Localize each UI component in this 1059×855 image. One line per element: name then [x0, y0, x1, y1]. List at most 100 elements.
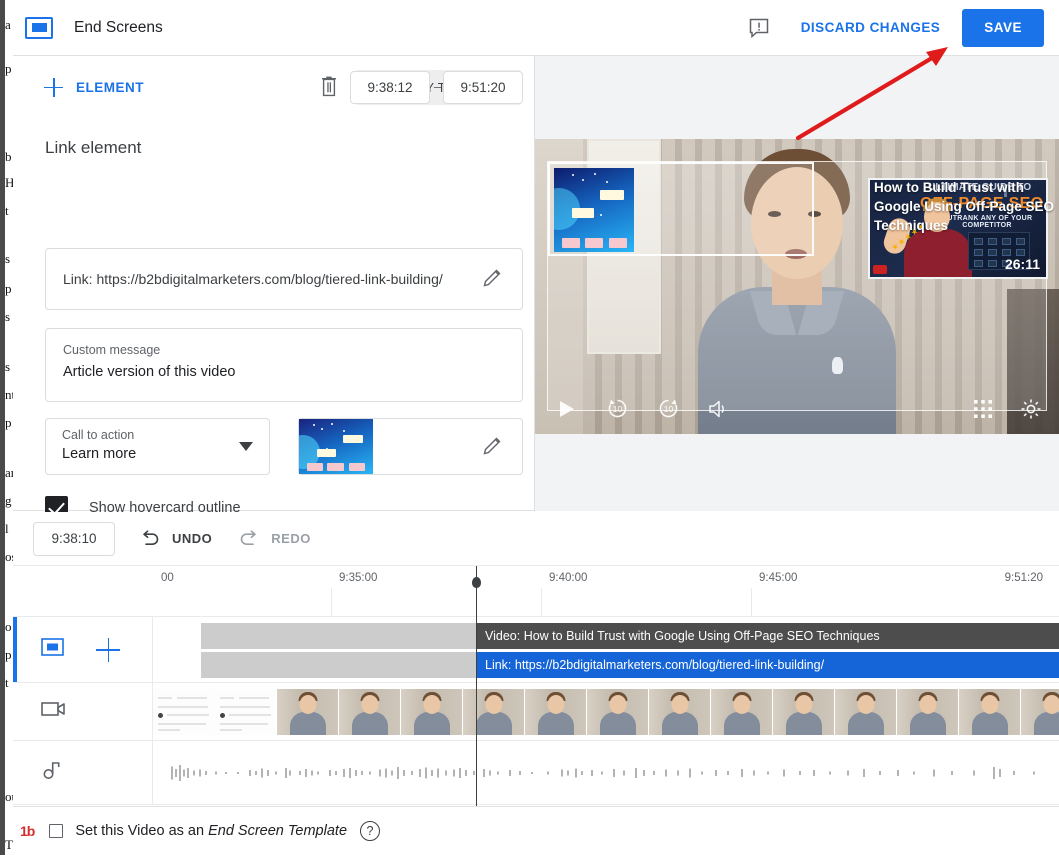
trash-icon[interactable] — [318, 74, 340, 98]
bleed-text: l — [5, 522, 9, 536]
undo-arrow-icon — [143, 529, 159, 545]
custom-message-field[interactable]: Custom message Article version of this v… — [45, 328, 523, 402]
bleed-text: s — [5, 360, 11, 374]
video-player[interactable]: ULTIMATE GUIDE TO OFF-PAGE SEO OUTRANK A… — [535, 139, 1059, 434]
bleed-text: a — [5, 18, 11, 32]
row-gutter — [13, 741, 153, 804]
play-button[interactable] — [555, 398, 577, 425]
custom-message-value: Article version of this video — [63, 364, 236, 380]
filmstrip-frame — [525, 689, 587, 735]
bleed-text: T — [5, 838, 13, 852]
filmstrip-frame — [277, 689, 339, 735]
bleed-text: t — [5, 676, 9, 690]
volume-icon[interactable] — [707, 398, 731, 425]
element-end-time-input[interactable]: 9:51:20 — [443, 71, 523, 104]
svg-text:10: 10 — [664, 404, 674, 414]
link-url-field[interactable]: Link: https://b2bdigitalmarketers.com/bl… — [45, 248, 523, 310]
filmstrip-frame — [773, 689, 835, 735]
filmstrip-frame — [587, 689, 649, 735]
link-element-bar[interactable]: Link: https://b2bdigitalmarketers.com/bl… — [476, 652, 1059, 678]
bleed-text: s — [5, 310, 11, 324]
plus-icon — [44, 77, 63, 97]
background-page-bleed: a p b H t s p s s nt p ar g l os o p t o… — [0, 0, 13, 855]
footer-label-emphasis: End Screen Template — [208, 823, 348, 839]
end-screens-editor-window: a p b H t s p s s nt p ar g l os o p t o… — [0, 0, 1059, 855]
filmstrip-frame — [463, 689, 525, 735]
undo-button[interactable]: UNDO — [137, 526, 214, 552]
end-screen-video-element[interactable]: ULTIMATE GUIDE TO OFF-PAGE SEO OUTRANK A… — [868, 178, 1048, 279]
bleed-text: os — [5, 550, 13, 564]
pencil-icon[interactable] — [480, 434, 506, 460]
link-url-value: Link: https://b2bdigitalmarketers.com/bl… — [63, 271, 443, 287]
pencil-icon[interactable] — [480, 266, 506, 292]
link-element-bar-ghost — [201, 652, 476, 678]
element-header-row: Link element — [13, 118, 535, 178]
bleed-text: p — [5, 416, 12, 430]
video-element-bar-label: Video: How to Build Trust with Google Us… — [485, 629, 880, 643]
svg-text:10: 10 — [613, 404, 623, 414]
grid-icon[interactable] — [973, 399, 993, 424]
filmstrip-frame — [897, 689, 959, 735]
row-track-area[interactable]: Video: How to Build Trust with Google Us… — [153, 617, 1059, 682]
timeline-toolbar: 9:38:10 UNDO REDO — [13, 512, 1059, 566]
filmstrip-frame — [401, 689, 463, 735]
set-as-end-screen-template-checkbox[interactable] — [49, 824, 64, 838]
timeline-row-video[interactable] — [13, 683, 1059, 741]
row-gutter — [13, 617, 153, 682]
row-gutter — [13, 683, 153, 740]
add-element-to-track-button[interactable] — [96, 637, 120, 662]
forward-10-icon[interactable]: 10 — [656, 396, 681, 426]
filmstrip-frame — [1021, 689, 1059, 735]
end-screen-overlay-frame: ULTIMATE GUIDE TO OFF-PAGE SEO OUTRANK A… — [547, 161, 1054, 411]
audio-waveform[interactable] — [153, 741, 1059, 804]
save-button[interactable]: SAVE — [962, 8, 1044, 47]
timeline-tick-label: 9:35:00 — [339, 572, 378, 584]
video-camera-icon — [41, 700, 67, 723]
timeline-tick-line — [331, 588, 332, 617]
filmstrip-frame — [215, 689, 277, 735]
redo-button[interactable]: REDO — [236, 526, 313, 552]
element-start-time-input[interactable]: 9:38:12 — [350, 71, 430, 104]
timeline-tick-label: 9:51:20 — [1004, 572, 1043, 584]
bleed-text: o — [5, 620, 12, 634]
discard-changes-button[interactable]: DISCARD CHANGES — [793, 12, 949, 43]
end-screen-video-duration: 26:11 — [1004, 256, 1040, 272]
bleed-text: b — [5, 150, 12, 164]
video-filmstrip[interactable] — [153, 689, 1059, 735]
custom-message-label: Custom message — [63, 343, 161, 357]
page-title: End Screens — [74, 18, 163, 36]
video-preview-area: ULTIMATE GUIDE TO OFF-PAGE SEO OUTRANK A… — [535, 56, 1059, 511]
add-element-button[interactable]: ELEMENT — [42, 72, 146, 103]
timeline-row-audio[interactable] — [13, 741, 1059, 805]
filmstrip-frame — [153, 689, 215, 735]
footer-bar: 1b Set this Video as an End Screen Templ… — [13, 806, 1059, 855]
timeline-ruler[interactable]: 00 9:35:00 9:40:00 9:45:00 9:51:20 — [13, 566, 1059, 617]
element-name: Link element — [45, 138, 142, 157]
chevron-down-icon — [239, 442, 253, 451]
link-thumbnail-field[interactable] — [298, 418, 523, 475]
feedback-speech-bubble-icon[interactable] — [747, 16, 771, 40]
question-mark-icon[interactable]: ? — [360, 821, 381, 841]
video-player-controls: 10 10 — [535, 388, 1059, 434]
filmstrip-frame — [339, 689, 401, 735]
video-element-bar[interactable]: Video: How to Build Trust with Google Us… — [476, 623, 1059, 649]
timeline-current-time-input[interactable]: 9:38:10 — [33, 521, 115, 556]
filmstrip-frame — [711, 689, 773, 735]
bleed-text: g — [5, 494, 12, 508]
element-editor-panel: ELEMENT 1b APPLY TEMPLATE Link element 9… — [13, 56, 535, 519]
bleed-text: t — [5, 204, 9, 218]
replay-10-icon[interactable]: 10 — [605, 396, 630, 426]
row-track-area[interactable] — [153, 683, 1059, 740]
row-track-area[interactable] — [153, 741, 1059, 804]
timeline-row-end-screen[interactable]: Video: How to Build Trust with Google Us… — [13, 617, 1059, 683]
gear-icon[interactable] — [1019, 397, 1043, 426]
call-to-action-select[interactable]: Call to action Learn more — [45, 418, 270, 475]
filmstrip-frame — [959, 689, 1021, 735]
timeline-playhead-knob[interactable] — [472, 577, 481, 588]
end-screen-link-element[interactable] — [548, 162, 814, 256]
video-element-bar-ghost — [201, 623, 476, 649]
timeline-playhead[interactable] — [472, 566, 481, 806]
tubebuddy-logo-icon: 1b — [20, 823, 35, 839]
end-screen-icon — [41, 638, 64, 661]
footer-label-prefix: Set this Video as an — [75, 823, 209, 839]
